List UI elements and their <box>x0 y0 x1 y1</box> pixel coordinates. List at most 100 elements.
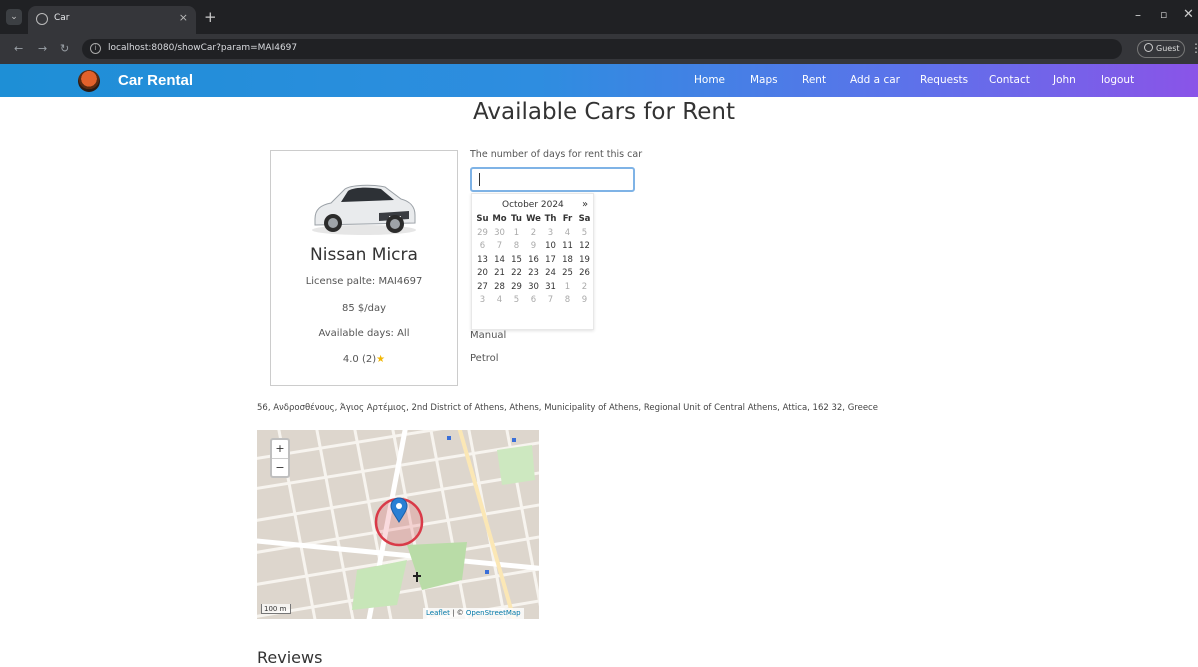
map-scale: 100 m <box>261 604 291 614</box>
date-cell[interactable]: 31 <box>542 281 559 295</box>
page-title: Available Cars for Rent <box>473 99 735 125</box>
car-name: Nissan Micra <box>310 245 418 265</box>
date-cell[interactable]: 22 <box>508 267 525 281</box>
date-cell[interactable]: 6 <box>525 294 542 308</box>
datepicker-week-row: 6 7 8 9 10 11 12 <box>474 240 594 254</box>
minimize-button[interactable]: – <box>1135 8 1141 22</box>
nav-rent[interactable]: Rent <box>802 74 826 86</box>
location-map[interactable]: + − 100 m Leaflet | © OpenStreetMap <box>257 430 539 619</box>
date-cell[interactable]: 15 <box>508 254 525 268</box>
date-cell[interactable]: 4 <box>559 227 576 241</box>
date-cell[interactable]: 29 <box>508 281 525 295</box>
date-cell[interactable]: 6 <box>474 240 491 254</box>
date-cell[interactable]: 29 <box>474 227 491 241</box>
date-cell[interactable]: 12 <box>576 240 593 254</box>
star-icon: ★ <box>376 354 386 365</box>
car-card: Nissan Micra License palte: MAI4697 85 $… <box>270 150 458 386</box>
nav-logout[interactable]: logout <box>1101 74 1134 86</box>
date-cell[interactable]: 5 <box>576 227 593 241</box>
map-attribution: Leaflet | © OpenStreetMap <box>423 608 524 619</box>
date-cell[interactable]: 13 <box>474 254 491 268</box>
license-plate: License palte: MAI4697 <box>305 276 423 287</box>
transmission-type: Manual <box>470 330 507 341</box>
date-cell[interactable]: 16 <box>525 254 542 268</box>
date-cell[interactable]: 19 <box>576 254 593 268</box>
date-cell[interactable]: 28 <box>491 281 508 295</box>
new-tab-button[interactable]: + <box>204 8 217 26</box>
date-cell[interactable]: 26 <box>576 267 593 281</box>
browser-menu-button[interactable]: ⋮ <box>1190 41 1198 55</box>
globe-icon <box>36 13 48 25</box>
date-cell[interactable]: 5 <box>508 294 525 308</box>
weekday-label: We <box>526 214 541 224</box>
openstreetmap-link[interactable]: OpenStreetMap <box>466 609 521 617</box>
date-cell[interactable]: 3 <box>542 227 559 241</box>
nav-maps[interactable]: Maps <box>750 74 778 86</box>
profile-button[interactable]: Guest <box>1137 40 1185 58</box>
date-cell[interactable]: 24 <box>542 267 559 281</box>
date-cell[interactable]: 9 <box>576 294 593 308</box>
date-cell[interactable]: 25 <box>559 267 576 281</box>
brand-name[interactable]: Car Rental <box>118 72 193 89</box>
close-window-button[interactable]: ✕ <box>1183 7 1194 22</box>
date-cell[interactable]: 3 <box>474 294 491 308</box>
date-cell[interactable]: 9 <box>525 240 542 254</box>
date-cell[interactable]: 30 <box>525 281 542 295</box>
nav-home[interactable]: Home <box>694 74 725 86</box>
date-cell[interactable]: 10 <box>542 240 559 254</box>
car-rating: 4.0 (2)★ <box>271 354 457 365</box>
date-cell[interactable]: 18 <box>559 254 576 268</box>
date-cell[interactable]: 4 <box>491 294 508 308</box>
tab-search-button[interactable]: ⌄ <box>6 9 22 25</box>
nav-add-a-car[interactable]: Add a car <box>850 74 900 86</box>
datepicker-header: October 2024 » <box>472 198 595 212</box>
address-bar[interactable]: i localhost:8080/showCar?param=MAI4697 <box>82 39 1122 59</box>
date-cell[interactable]: 8 <box>508 240 525 254</box>
browser-tab[interactable]: Car × <box>28 6 196 34</box>
date-cell[interactable]: 8 <box>559 294 576 308</box>
site-info-icon[interactable]: i <box>90 43 101 54</box>
forward-button[interactable]: → <box>38 42 47 55</box>
date-cell[interactable]: 1 <box>559 281 576 295</box>
nav-user-john[interactable]: John <box>1053 74 1076 86</box>
reload-button[interactable]: ↻ <box>60 42 69 55</box>
car-image <box>312 184 416 235</box>
maximize-button[interactable]: ▫ <box>1160 8 1167 21</box>
datepicker-grid: Su Mo Tu We Th Fr Sa 29 30 1 2 3 4 5 6 7… <box>474 213 594 308</box>
back-button[interactable]: ← <box>14 42 23 55</box>
date-cell[interactable]: 7 <box>542 294 559 308</box>
weekday-label: Sa <box>578 214 591 224</box>
url-text[interactable]: localhost:8080/showCar?param=MAI4697 <box>108 43 297 53</box>
nav-requests[interactable]: Requests <box>920 74 968 86</box>
car-location-address: 56, Ανδροσθένους, Άγιος Αρτέμιος, 2nd Di… <box>257 403 878 413</box>
zoom-in-button[interactable]: + <box>272 440 288 458</box>
site-navbar: Car Rental Home Maps Rent Add a car Requ… <box>0 64 1198 97</box>
rental-days-input[interactable] <box>470 167 635 192</box>
profile-label: Guest <box>1156 44 1180 53</box>
datepicker-month[interactable]: October 2024 <box>502 200 564 210</box>
tab-close-button[interactable]: × <box>179 11 188 24</box>
nav-contact[interactable]: Contact <box>989 74 1030 86</box>
date-cell[interactable]: 7 <box>491 240 508 254</box>
car-rental-logo-icon[interactable] <box>78 70 100 92</box>
tab-title: Car <box>54 13 70 23</box>
date-cell[interactable]: 2 <box>576 281 593 295</box>
map-tiles <box>257 430 539 619</box>
date-cell[interactable]: 23 <box>525 267 542 281</box>
datepicker-week-row: 27 28 29 30 31 1 2 <box>474 281 594 295</box>
date-cell[interactable]: 11 <box>559 240 576 254</box>
date-cell[interactable]: 21 <box>491 267 508 281</box>
date-cell[interactable]: 17 <box>542 254 559 268</box>
date-cell[interactable]: 20 <box>474 267 491 281</box>
date-cell[interactable]: 27 <box>474 281 491 295</box>
zoom-out-button[interactable]: − <box>272 458 288 476</box>
date-cell[interactable]: 1 <box>508 227 525 241</box>
leaflet-link[interactable]: Leaflet <box>426 609 450 617</box>
date-cell[interactable]: 14 <box>491 254 508 268</box>
weekday-label: Su <box>476 214 489 224</box>
map-zoom-control: + − <box>270 438 290 478</box>
reviews-heading: Reviews <box>257 648 323 667</box>
datepicker-next-button[interactable]: » <box>582 199 588 210</box>
date-cell[interactable]: 30 <box>491 227 508 241</box>
date-cell[interactable]: 2 <box>525 227 542 241</box>
